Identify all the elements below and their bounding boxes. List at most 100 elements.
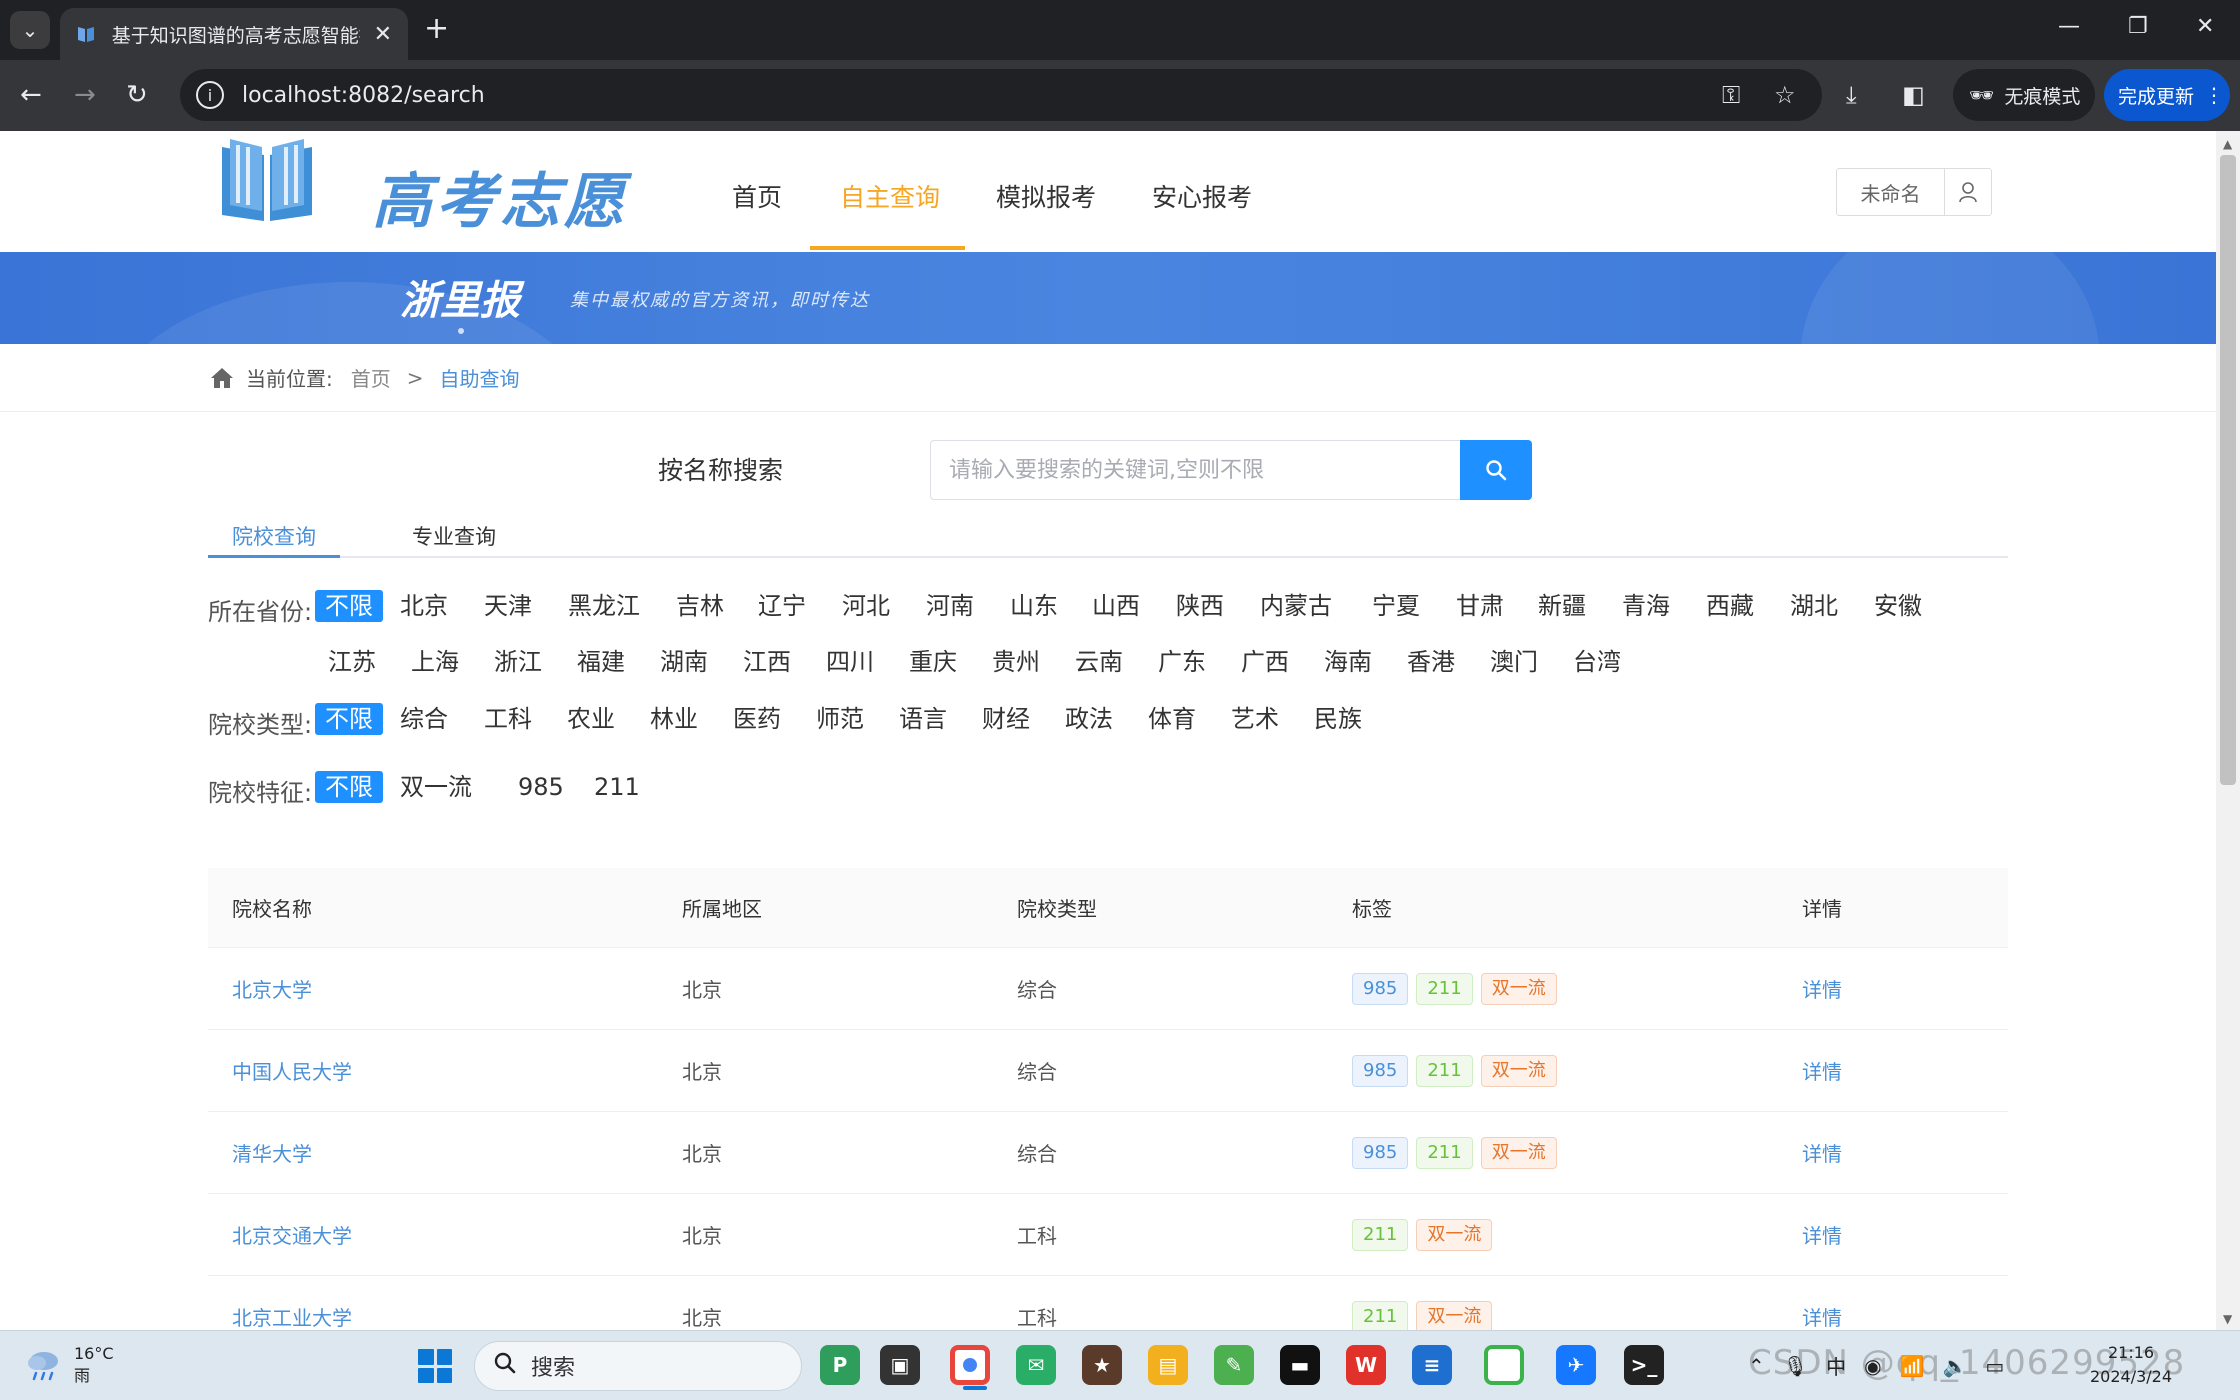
filter-option[interactable]: 吉林 (666, 590, 734, 622)
side-panel-icon[interactable]: ◧ (1902, 82, 1925, 108)
search-button[interactable] (1460, 440, 1532, 500)
detail-link[interactable]: 详情 (1802, 978, 1842, 1002)
school-name-link[interactable]: 北京交通大学 (232, 1224, 352, 1248)
filter-option[interactable]: 政法 (1055, 703, 1123, 735)
filter-option[interactable]: 福建 (567, 646, 635, 678)
download-icon[interactable]: ⤓ (1846, 82, 1857, 108)
forward-icon[interactable]: → (74, 80, 96, 110)
filter-option[interactable]: 新疆 (1528, 590, 1596, 622)
filter-option[interactable]: 贵州 (982, 646, 1050, 678)
detail-link[interactable]: 详情 (1802, 1306, 1842, 1330)
filter-option[interactable]: 体育 (1138, 703, 1206, 735)
filter-option[interactable]: 海南 (1314, 646, 1382, 678)
filter-option[interactable]: 浙江 (484, 646, 552, 678)
bookmark-star-icon[interactable]: ☆ (1774, 82, 1796, 108)
filter-option[interactable]: 上海 (401, 646, 469, 678)
filter-option[interactable]: 不限 (315, 703, 383, 735)
filter-option[interactable]: 台湾 (1563, 646, 1631, 678)
filter-option[interactable]: 广东 (1148, 646, 1216, 678)
filter-option[interactable]: 山西 (1082, 590, 1150, 622)
school-name-link[interactable]: 北京工业大学 (232, 1306, 352, 1330)
task-view-icon[interactable]: ▣ (880, 1345, 920, 1385)
filter-option[interactable]: 湖北 (1780, 590, 1848, 622)
filter-option[interactable]: 山东 (1000, 590, 1068, 622)
filter-option[interactable]: 农业 (557, 703, 625, 735)
filter-option[interactable]: 民族 (1304, 703, 1372, 735)
filter-option[interactable]: 艺术 (1221, 703, 1289, 735)
reload-icon[interactable]: ↻ (126, 80, 148, 110)
nav-home[interactable]: 首页 (732, 178, 782, 214)
tray-overflow-icon[interactable]: ⌃ (1748, 1354, 1765, 1378)
system-clock[interactable]: 21:16 2024/3/24 (2090, 1341, 2172, 1389)
site-info-icon[interactable]: i (196, 81, 224, 109)
start-button[interactable] (418, 1349, 452, 1383)
user-menu[interactable]: 未命名 (1836, 168, 1992, 216)
back-icon[interactable]: ← (20, 80, 42, 110)
browser-tab-active[interactable]: 基于知识图谱的高考志愿智能推 ✕ (60, 8, 408, 60)
filter-option[interactable]: 重庆 (899, 646, 967, 678)
filter-option[interactable]: 985 (508, 771, 574, 803)
filter-option[interactable]: 北京 (390, 590, 458, 622)
site-logo-text[interactable]: 高考志愿 (372, 153, 628, 240)
weather-widget[interactable]: 16°C 雨 (24, 1343, 114, 1387)
copilot-app-icon[interactable]: P (820, 1345, 860, 1385)
search-input[interactable] (930, 440, 1462, 500)
microphone-icon[interactable]: 🎙 (1783, 1354, 1808, 1378)
wifi-icon[interactable]: 📶 (1900, 1354, 1925, 1378)
filter-option[interactable]: 西藏 (1696, 590, 1764, 622)
filter-option[interactable]: 青海 (1612, 590, 1680, 622)
nav-safe-apply[interactable]: 安心报考 (1152, 178, 1252, 214)
tab-major-query[interactable]: 专业查询 (412, 521, 496, 551)
wps-app-icon[interactable]: W (1346, 1345, 1386, 1385)
filter-option[interactable]: 湖南 (650, 646, 718, 678)
filter-option[interactable]: 语言 (889, 703, 957, 735)
console-app-icon[interactable]: >_ (1624, 1345, 1664, 1385)
incognito-indicator[interactable]: 🕶 无痕模式 (1953, 69, 2095, 121)
wechat-app-icon[interactable]: ✉ (1016, 1345, 1056, 1385)
filter-option[interactable]: 辽宁 (748, 590, 816, 622)
filter-option[interactable]: 河北 (832, 590, 900, 622)
filter-option[interactable]: 不限 (315, 590, 383, 622)
filter-option[interactable]: 四川 (816, 646, 884, 678)
detail-link[interactable]: 详情 (1802, 1224, 1842, 1248)
battery-icon[interactable]: ▭ (1985, 1354, 2004, 1378)
address-bar[interactable]: i localhost:8082/search (180, 69, 1822, 121)
tray-app-icon[interactable]: ◉ (1864, 1354, 1881, 1378)
school-name-link[interactable]: 清华大学 (232, 1142, 312, 1166)
tab-search-button[interactable]: ⌄ (10, 11, 50, 49)
filter-option[interactable]: 江西 (733, 646, 801, 678)
tab-close-icon[interactable]: ✕ (374, 22, 392, 47)
page-scrollbar[interactable]: ▲ ▼ (2216, 131, 2240, 1330)
school-name-link[interactable]: 北京大学 (232, 978, 312, 1002)
new-tab-icon[interactable]: + (424, 14, 449, 44)
detail-link[interactable]: 详情 (1802, 1060, 1842, 1084)
nav-self-query[interactable]: 自主查询 (840, 178, 940, 214)
scrollbar-thumb[interactable] (2220, 155, 2236, 785)
breadcrumb-home-link[interactable]: 首页 (351, 363, 391, 392)
chrome-app-icon[interactable] (950, 1345, 990, 1390)
filter-option[interactable]: 云南 (1065, 646, 1133, 678)
scroll-up-icon[interactable]: ▲ (2223, 137, 2232, 151)
notepad-app-icon[interactable]: ≡ (1412, 1345, 1452, 1385)
filter-option[interactable]: 广西 (1231, 646, 1299, 678)
filter-option[interactable]: 师范 (806, 703, 874, 735)
filter-option[interactable]: 香港 (1397, 646, 1465, 678)
taskbar-search-box[interactable]: 搜索 (474, 1341, 802, 1391)
filter-option[interactable]: 江苏 (318, 646, 386, 678)
password-key-icon[interactable]: ⚿ (1722, 82, 1740, 108)
restore-icon[interactable]: ❐ (2128, 14, 2148, 39)
window-close-icon[interactable]: ✕ (2196, 14, 2214, 39)
school-name-link[interactable]: 中国人民大学 (232, 1060, 352, 1084)
filter-option[interactable]: 陕西 (1166, 590, 1234, 622)
filter-option[interactable]: 林业 (640, 703, 708, 735)
filter-option[interactable]: 黑龙江 (558, 590, 650, 622)
filter-option[interactable]: 工科 (474, 703, 542, 735)
detail-link[interactable]: 详情 (1802, 1142, 1842, 1166)
game-app-icon[interactable]: ★ (1082, 1345, 1122, 1385)
filter-option[interactable]: 天津 (474, 590, 542, 622)
minimize-icon[interactable]: — (2058, 14, 2080, 39)
user-name[interactable]: 未命名 (1837, 169, 1945, 215)
user-icon[interactable] (1945, 169, 1991, 215)
scroll-down-icon[interactable]: ▼ (2223, 1312, 2232, 1326)
filter-option[interactable]: 澳门 (1480, 646, 1548, 678)
